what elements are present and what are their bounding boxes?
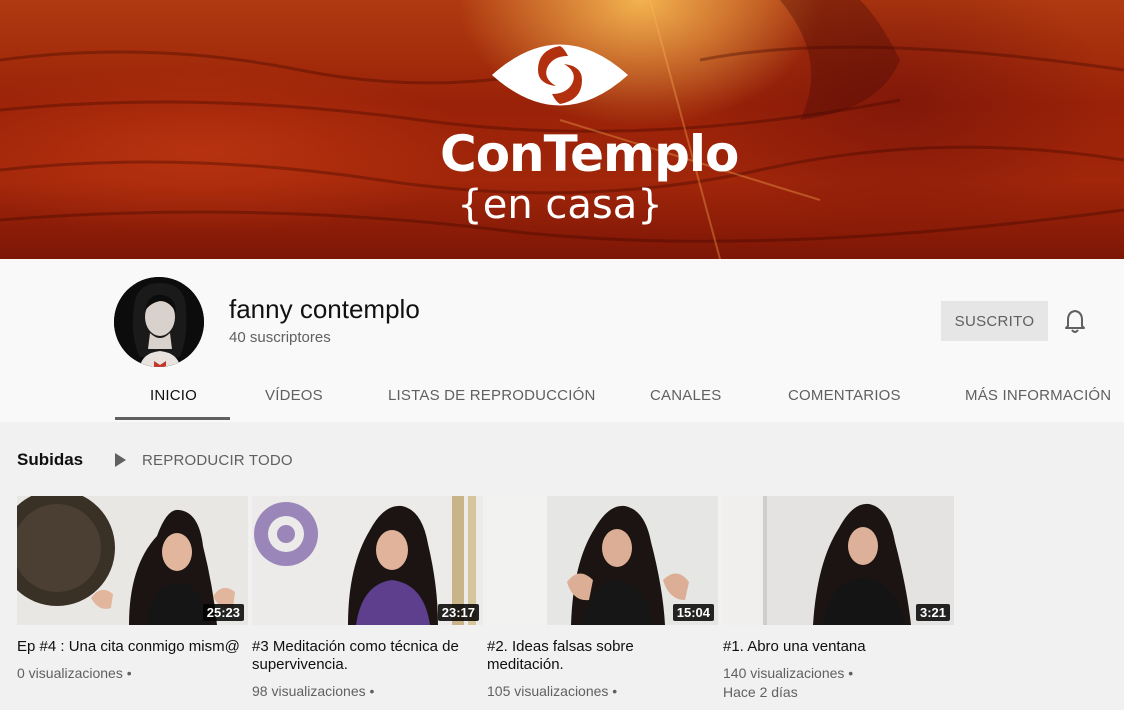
- video-thumbnail[interactable]: 23:17: [252, 496, 483, 625]
- video-thumbnail[interactable]: 3:21: [723, 496, 954, 625]
- video-meta: 105 visualizaciones •: [487, 683, 618, 699]
- view-count: 105 visualizaciones: [487, 683, 609, 699]
- video-thumbnail[interactable]: 15:04: [487, 496, 718, 625]
- play-all-button[interactable]: REPRODUCIR TODO: [112, 450, 293, 470]
- eye-swirl-logo-icon: [492, 44, 628, 106]
- upload-age: Hace 2 días: [723, 684, 798, 700]
- view-count: 140 visualizaciones: [723, 665, 845, 681]
- video-thumbnail[interactable]: 25:23: [17, 496, 248, 625]
- video-title[interactable]: Ep #4 : Una cita conmigo mism@: [17, 638, 242, 656]
- tab-inicio[interactable]: INICIO: [150, 387, 197, 404]
- contemplo-logo: ConTemplo {en casa}: [440, 32, 739, 228]
- view-count: 0 visualizaciones: [17, 665, 123, 681]
- video-duration: 23:17: [437, 604, 479, 621]
- active-tab-indicator: [115, 417, 230, 420]
- video-meta: 98 visualizaciones •: [252, 683, 375, 699]
- bell-icon[interactable]: [1063, 308, 1087, 334]
- tab-playlists[interactable]: LISTAS DE REPRODUCCIÓN: [388, 387, 596, 404]
- avatar-image: [114, 277, 204, 367]
- video-card[interactable]: 25:23 Ep #4 : Una cita conmigo mism@ 0 v…: [17, 496, 248, 683]
- video-title[interactable]: #2. Ideas falsas sobre meditación.: [487, 638, 712, 674]
- tab-channels[interactable]: CANALES: [650, 387, 721, 404]
- channel-banner: ConTemplo {en casa}: [0, 0, 1124, 259]
- video-card[interactable]: 15:04 #2. Ideas falsas sobre meditación.…: [487, 496, 718, 701]
- view-count: 98 visualizaciones: [252, 683, 366, 699]
- tab-about[interactable]: MÁS INFORMACIÓN: [965, 387, 1111, 404]
- channel-name[interactable]: fanny contemplo: [229, 294, 420, 325]
- play-icon: [115, 453, 126, 467]
- video-title[interactable]: #3 Meditación como técnica de superviven…: [252, 638, 477, 674]
- section-title: Subidas: [17, 450, 84, 469]
- banner-tagline: {en casa}: [457, 182, 663, 228]
- channel-header: fanny contemplo 40 suscriptores SUSCRITO…: [0, 259, 1124, 422]
- video-meta: 140 visualizaciones • Hace 2 días: [723, 665, 854, 700]
- subscribed-button[interactable]: SUSCRITO: [941, 301, 1048, 341]
- tab-comments[interactable]: COMENTARIOS: [788, 387, 901, 404]
- banner-brand: ConTemplo: [440, 125, 739, 183]
- subscriber-count: 40 suscriptores: [229, 329, 331, 346]
- video-duration: 3:21: [915, 604, 950, 621]
- tab-videos[interactable]: VÍDEOS: [265, 387, 323, 404]
- video-title[interactable]: #1. Abro una ventana: [723, 638, 948, 656]
- video-card[interactable]: 3:21 #1. Abro una ventana 140 visualizac…: [723, 496, 954, 702]
- avatar[interactable]: [114, 277, 204, 367]
- video-card[interactable]: 23:17 #3 Meditación como técnica de supe…: [252, 496, 483, 701]
- video-duration: 25:23: [202, 604, 244, 621]
- video-duration: 15:04: [672, 604, 714, 621]
- play-all-label: REPRODUCIR TODO: [142, 451, 293, 469]
- video-meta: 0 visualizaciones •: [17, 665, 132, 681]
